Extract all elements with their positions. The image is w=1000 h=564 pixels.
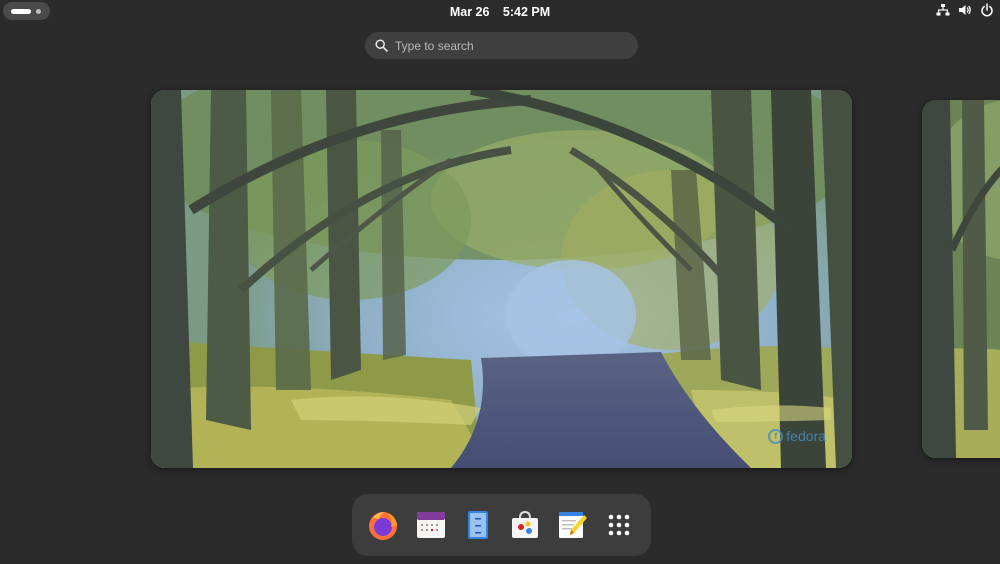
dash-app-text-editor[interactable] <box>553 506 591 544</box>
dash-app-software[interactable] <box>506 506 544 544</box>
dash-app-files[interactable] <box>459 506 497 544</box>
fedora-logo-icon: f <box>768 429 783 444</box>
fedora-watermark: f fedora <box>768 428 826 444</box>
clock-button[interactable]: Mar 26 5:42 PM <box>430 3 570 21</box>
wallpaper-image <box>151 90 852 468</box>
dash <box>352 494 651 556</box>
workspace-thumbnail-2[interactable] <box>922 100 1000 458</box>
dash-app-firefox[interactable] <box>364 506 402 544</box>
text-editor-icon <box>556 509 588 541</box>
search-entry[interactable] <box>365 32 638 59</box>
network-wired-icon[interactable] <box>936 3 950 19</box>
wallpaper-image <box>922 100 1000 458</box>
watermark-text: fedora <box>786 428 826 444</box>
power-icon[interactable] <box>980 3 994 19</box>
workspace-active-indicator <box>11 9 31 14</box>
activities-button[interactable] <box>3 2 50 20</box>
dash-app-calendar[interactable] <box>412 506 450 544</box>
date-label: Mar 26 <box>450 5 490 19</box>
workspace-inactive-indicator <box>36 9 41 14</box>
time-label: 5:42 PM <box>503 5 550 19</box>
volume-icon[interactable] <box>958 3 972 19</box>
calendar-icon <box>415 509 447 541</box>
workspace-thumbnail-1[interactable]: f fedora <box>151 90 852 468</box>
search-input[interactable] <box>395 36 625 55</box>
software-bag-icon <box>509 509 541 541</box>
top-bar: Mar 26 5:42 PM <box>0 0 1000 23</box>
show-apps-button[interactable] <box>600 506 638 544</box>
file-cabinet-icon <box>462 509 494 541</box>
app-grid-icon <box>603 509 635 541</box>
firefox-icon <box>367 509 399 541</box>
search-icon <box>375 39 388 52</box>
